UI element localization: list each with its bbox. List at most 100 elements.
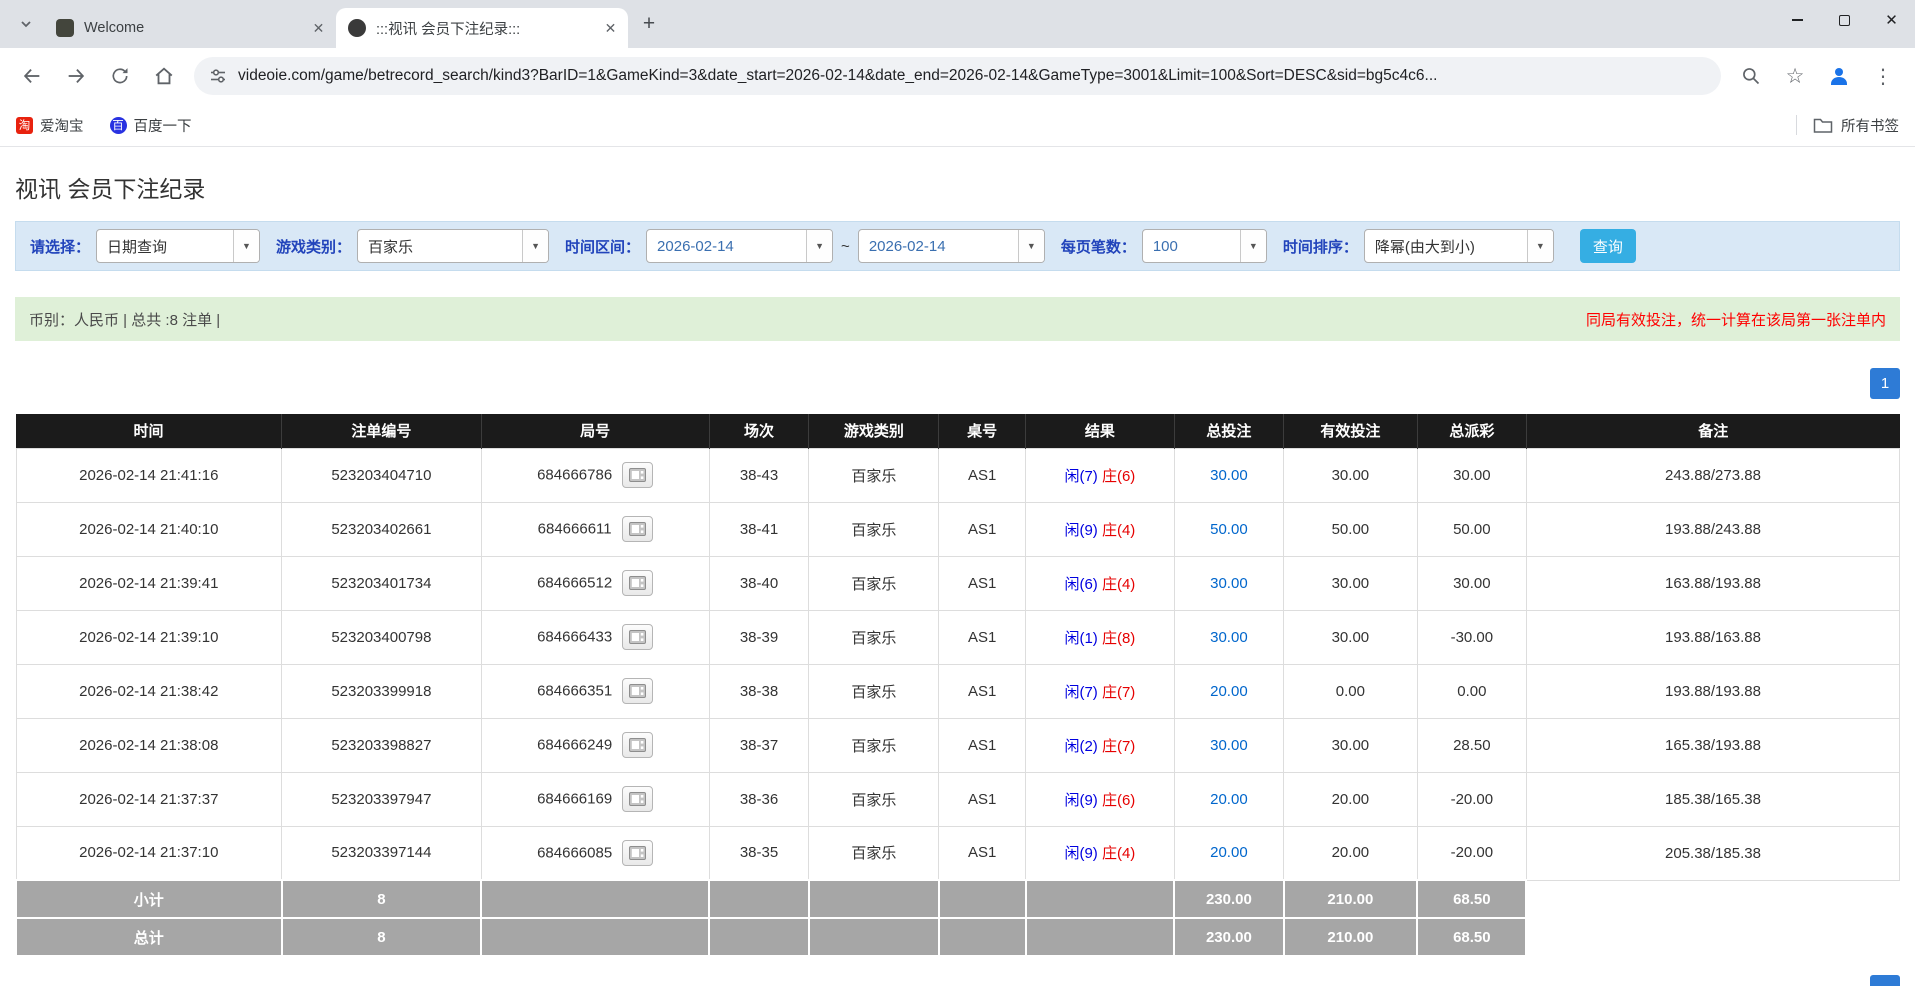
tab-title: :::视讯 会员下注纪录::: — [376, 18, 595, 39]
cell-session: 38-38 — [709, 664, 809, 718]
sort-value: 降幂(由大到小) — [1365, 230, 1527, 262]
close-icon[interactable]: ✕ — [309, 19, 328, 38]
browser-window: Welcome ✕ :::视讯 会员下注纪录::: ✕ + ✕ — [0, 0, 1915, 986]
cell-session: 38-43 — [709, 448, 809, 502]
per-page-select[interactable]: 100 ▼ — [1142, 229, 1267, 263]
cell-valid-bet: 30.00 — [1284, 718, 1418, 772]
column-header: 局号 — [481, 414, 709, 448]
cell-bet-id: 523203397947 — [282, 772, 482, 826]
address-bar[interactable]: videoie.com/game/betrecord_search/kind3?… — [194, 57, 1721, 95]
home-button[interactable] — [145, 57, 183, 95]
video-replay-button[interactable] — [622, 570, 653, 596]
profile-button[interactable] — [1820, 57, 1858, 95]
cell-total-bet: 20.00 — [1174, 664, 1283, 718]
zoom-button[interactable] — [1732, 57, 1770, 95]
cell-session: 38-35 — [709, 826, 809, 880]
game-type-select[interactable]: 百家乐 ▼ — [357, 229, 549, 263]
film-icon — [629, 576, 646, 590]
minimize-button[interactable] — [1774, 0, 1821, 40]
video-replay-button[interactable] — [622, 516, 653, 542]
total-bet-link[interactable]: 30.00 — [1210, 737, 1248, 754]
round-number: 684666169 — [537, 791, 612, 808]
total-bet-link[interactable]: 20.00 — [1210, 791, 1248, 808]
filter-mode-label: 请选择： — [30, 236, 90, 257]
player-result: 闲(9) — [1064, 522, 1097, 539]
summary-cell — [1026, 918, 1175, 956]
tab-welcome[interactable]: Welcome ✕ — [44, 8, 336, 48]
cell-time: 2026-02-14 21:40:10 — [16, 502, 282, 556]
new-tab-button[interactable]: + — [634, 9, 664, 39]
close-icon[interactable]: ✕ — [601, 19, 620, 38]
chevron-down-icon[interactable]: ▼ — [1018, 230, 1044, 262]
all-bookmarks-button[interactable]: 所有书签 — [1813, 115, 1899, 136]
cell-result: 闲(9) 庄(4) — [1026, 502, 1175, 556]
chevron-down-icon[interactable]: ▼ — [522, 230, 548, 262]
bet-records-table: 时间注单编号局号场次游戏类别桌号结果总投注有效投注总派彩备注 2026-02-1… — [15, 414, 1900, 957]
cell-payout: 28.50 — [1417, 718, 1526, 772]
column-header: 备注 — [1526, 414, 1899, 448]
total-bet-link[interactable]: 20.00 — [1210, 683, 1248, 700]
cell-valid-bet: 20.00 — [1284, 826, 1418, 880]
cell-note: 193.88/163.88 — [1526, 610, 1899, 664]
cell-note: 193.88/243.88 — [1526, 502, 1899, 556]
video-replay-button[interactable] — [622, 624, 653, 650]
date-end-select[interactable]: 2026-02-14 ▼ — [858, 229, 1045, 263]
bookmark-star-button[interactable]: ☆ — [1776, 57, 1814, 95]
tab-search-button[interactable] — [10, 8, 42, 40]
close-window-button[interactable]: ✕ — [1868, 0, 1915, 40]
per-page-label: 每页笔数： — [1061, 236, 1136, 257]
url-text[interactable]: videoie.com/game/betrecord_search/kind3?… — [238, 67, 1707, 85]
browser-menu-button[interactable]: ⋮ — [1864, 57, 1902, 95]
cell-time: 2026-02-14 21:39:41 — [16, 556, 282, 610]
cell-note: 163.88/193.88 — [1526, 556, 1899, 610]
chevron-down-icon[interactable]: ▼ — [233, 230, 259, 262]
cell-note: 185.38/165.38 — [1526, 772, 1899, 826]
date-mode-select[interactable]: 日期查询 ▼ — [96, 229, 260, 263]
cell-total-bet: 30.00 — [1174, 718, 1283, 772]
chevron-down-icon[interactable]: ▼ — [806, 230, 832, 262]
cell-valid-bet: 50.00 — [1284, 502, 1418, 556]
video-replay-button[interactable] — [622, 732, 653, 758]
cell-result: 闲(2) 庄(7) — [1026, 718, 1175, 772]
forward-button[interactable] — [57, 57, 95, 95]
tab-title: Welcome — [84, 20, 303, 36]
filter-group-mode: 请选择： 日期查询 ▼ — [30, 229, 260, 263]
bookmark-baidu[interactable]: 百 百度一下 — [110, 115, 192, 136]
browser-toolbar: videoie.com/game/betrecord_search/kind3?… — [0, 48, 1915, 104]
total-bet-link[interactable]: 30.00 — [1210, 467, 1248, 484]
player-result: 闲(2) — [1064, 738, 1097, 755]
site-settings-icon[interactable] — [208, 66, 228, 86]
summary-cell: 8 — [282, 880, 482, 918]
refresh-button[interactable] — [101, 57, 139, 95]
video-replay-button[interactable] — [622, 840, 653, 866]
cell-result: 闲(9) 庄(4) — [1026, 826, 1175, 880]
chevron-down-icon[interactable]: ▼ — [1240, 230, 1266, 262]
column-header: 结果 — [1026, 414, 1175, 448]
video-replay-button[interactable] — [622, 786, 653, 812]
maximize-button[interactable] — [1821, 0, 1868, 40]
sort-select[interactable]: 降幂(由大到小) ▼ — [1364, 229, 1554, 263]
page-number-button[interactable]: 1 — [1870, 368, 1900, 399]
tab-bet-records[interactable]: :::视讯 会员下注纪录::: ✕ — [336, 8, 628, 48]
total-bet-link[interactable]: 20.00 — [1210, 844, 1248, 861]
video-replay-button[interactable] — [622, 678, 653, 704]
cell-game-type: 百家乐 — [809, 772, 939, 826]
player-result: 闲(1) — [1064, 630, 1097, 647]
bookmark-aitaobao[interactable]: 淘 爱淘宝 — [16, 115, 84, 136]
total-bet-link[interactable]: 30.00 — [1210, 629, 1248, 646]
date-start-select[interactable]: 2026-02-14 ▼ — [646, 229, 833, 263]
filter-bar: 请选择： 日期查询 ▼ 游戏类别： 百家乐 ▼ 时间区间： 2026-02-14… — [15, 221, 1900, 271]
total-bet-link[interactable]: 50.00 — [1210, 521, 1248, 538]
search-button[interactable]: 查询 — [1580, 229, 1636, 263]
video-replay-button[interactable] — [622, 462, 653, 488]
cell-time: 2026-02-14 21:38:42 — [16, 664, 282, 718]
cell-payout: -20.00 — [1417, 826, 1526, 880]
chevron-down-icon[interactable]: ▼ — [1527, 230, 1553, 262]
total-bet-link[interactable]: 30.00 — [1210, 575, 1248, 592]
bottom-pagination-button[interactable] — [1870, 975, 1900, 986]
cell-table-no: AS1 — [939, 610, 1026, 664]
bookmarks-divider — [1796, 115, 1797, 135]
cell-session: 38-37 — [709, 718, 809, 772]
back-button[interactable] — [13, 57, 51, 95]
cell-session: 38-39 — [709, 610, 809, 664]
